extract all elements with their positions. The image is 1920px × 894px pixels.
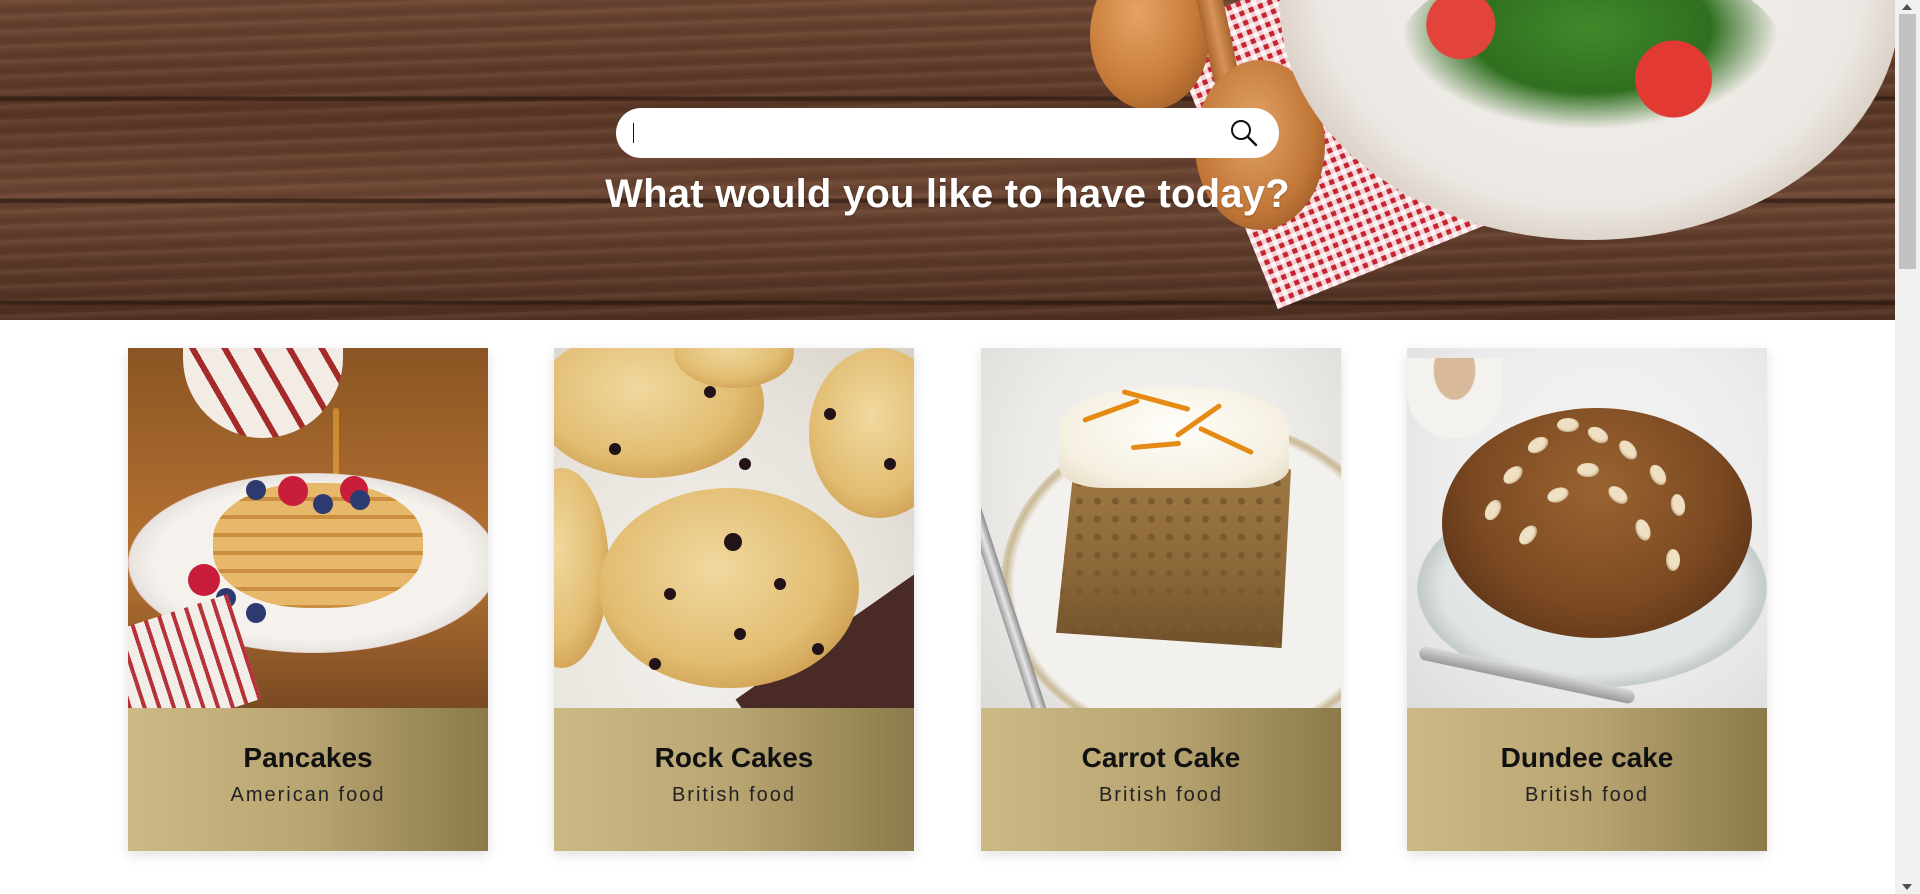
berry-shape (188, 564, 220, 596)
jug-shape (183, 348, 343, 438)
search-button[interactable] (1228, 117, 1260, 149)
raisin-shape (884, 458, 896, 470)
search-bar (616, 108, 1279, 158)
recipe-card-caption: Dundee cake British food (1407, 708, 1767, 851)
raisin-shape (704, 386, 716, 398)
hero-banner: What would you like to have today? (0, 0, 1895, 320)
text-cursor (633, 123, 634, 143)
recipe-cuisine: British food (1098, 784, 1224, 806)
hero-heading: What would you like to have today? (605, 172, 1290, 216)
berry-shape (350, 490, 370, 510)
recipe-card-caption: Carrot Cake British food (981, 708, 1341, 851)
raisin-shape (734, 628, 746, 640)
recipe-card-caption: Pancakes American food (128, 708, 488, 851)
raisin-shape (724, 533, 742, 551)
almond-shape (1557, 418, 1579, 432)
berry-shape (313, 494, 333, 514)
scrollbar-thumb[interactable] (1899, 14, 1916, 269)
raisin-shape (824, 408, 836, 420)
search-input[interactable] (632, 118, 1192, 148)
recipe-title: Pancakes (243, 742, 373, 773)
teacup-shape (1407, 358, 1502, 438)
raisin-shape (664, 588, 676, 600)
rock-cake-shape (809, 348, 914, 518)
recipe-title: Dundee cake (1500, 742, 1674, 773)
scroll-up-arrow-icon[interactable] (1902, 4, 1912, 10)
page: What would you like to have today? Panca… (0, 0, 1895, 894)
berry-shape (278, 476, 308, 506)
recipe-title: Carrot Cake (1081, 742, 1241, 773)
carrot-cake-photo (981, 348, 1341, 708)
raisin-shape (812, 643, 824, 655)
search-icon (1231, 120, 1258, 147)
vertical-scrollbar[interactable] (1895, 0, 1920, 894)
almond-shape (1577, 463, 1599, 477)
almond-shape (1666, 549, 1680, 571)
raisin-shape (649, 658, 661, 670)
dundee-cake-photo (1407, 348, 1767, 708)
raisin-shape (774, 578, 786, 590)
recipe-cuisine: American food (230, 784, 386, 806)
berry-shape (246, 480, 266, 500)
rock-cakes-photo (554, 348, 914, 708)
recipe-cuisine: British food (1524, 784, 1650, 806)
rock-cake-shape (599, 488, 859, 688)
scroll-down-arrow-icon[interactable] (1902, 884, 1912, 890)
recipe-card-dundee-cake[interactable]: Dundee cake British food (1407, 348, 1767, 851)
raisin-shape (609, 443, 621, 455)
recipe-title: Rock Cakes (654, 742, 814, 773)
recipe-cuisine: British food (671, 784, 797, 806)
recipe-card-pancakes[interactable]: Pancakes American food (128, 348, 488, 851)
pancakes-photo (128, 348, 488, 708)
recipe-card-caption: Rock Cakes British food (554, 708, 914, 851)
raisin-shape (739, 458, 751, 470)
recipe-card-rock-cakes[interactable]: Rock Cakes British food (554, 348, 914, 851)
berry-shape (246, 603, 266, 623)
recipe-card-carrot-cake[interactable]: Carrot Cake British food (981, 348, 1341, 851)
